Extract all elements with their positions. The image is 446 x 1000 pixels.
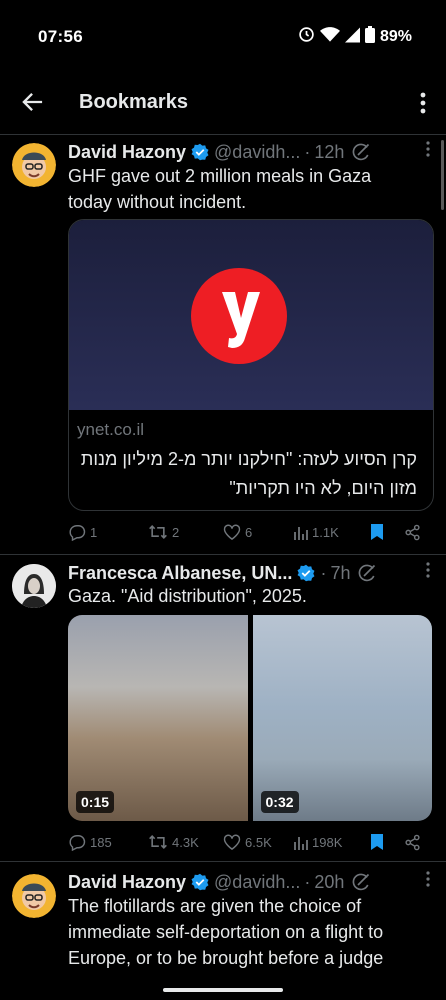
tweet-text-line: Gaza. "Aid distribution", 2025. <box>68 586 307 606</box>
status-time: 07:56 <box>38 27 83 46</box>
tweet-time[interactable]: 12h <box>314 142 344 163</box>
status-bar: 07:56 89% <box>0 0 446 72</box>
like-button[interactable]: 6.5K <box>223 834 272 850</box>
views-icon <box>294 836 308 850</box>
repost-button[interactable]: 2 <box>148 524 179 540</box>
tweet-text: Gaza. "Aid distribution", 2025. <box>68 583 432 609</box>
heart-icon <box>223 524 241 540</box>
tweet-text: The flotillards are given the choice of … <box>68 893 432 971</box>
back-arrow-icon[interactable] <box>22 92 44 117</box>
reply-icon <box>69 524 86 541</box>
tweet-text-line: Europe, or to be brought before a judge <box>68 948 384 968</box>
verified-badge-icon <box>297 564 315 582</box>
more-options-icon[interactable] <box>420 92 426 119</box>
verified-badge-icon <box>191 873 209 891</box>
grok-icon[interactable] <box>352 143 370 161</box>
like-count: 6.5K <box>245 834 272 850</box>
alarm-icon <box>298 26 315 48</box>
video-duration: 0:15 <box>76 791 115 813</box>
share-icon <box>405 834 420 850</box>
tweet-text-line: immediate self-deportation on a flight t… <box>68 922 384 942</box>
reply-count: 1 <box>90 524 98 540</box>
grok-icon[interactable] <box>358 564 376 582</box>
wifi-icon <box>319 26 340 48</box>
author-name[interactable]: Francesca Albanese, UN... <box>68 563 292 584</box>
repost-icon <box>149 835 167 849</box>
tweet-text-line: GHF gave out 2 million meals in Gaza <box>68 166 372 186</box>
bookmark-button[interactable] <box>370 833 384 851</box>
reply-button[interactable]: 1 <box>68 524 97 541</box>
reply-button[interactable]: 185 <box>68 834 112 851</box>
bookmark-filled-icon <box>371 524 383 540</box>
video-duration: 0:32 <box>260 791 299 813</box>
bookmark-button[interactable] <box>370 523 384 541</box>
media-grid[interactable]: 0:15 0:32 <box>68 615 432 821</box>
like-button[interactable]: 6 <box>223 524 252 540</box>
views-count: 1.1K <box>312 524 339 540</box>
card-headline: קרן הסיוע לעזה: "חילקנו יותר מ-2 מיליון … <box>80 449 417 498</box>
author-name[interactable]: David Hazony <box>68 142 186 163</box>
author-handle[interactable]: @davidh... <box>214 872 300 893</box>
views-icon <box>294 526 308 540</box>
share-button[interactable] <box>404 524 421 541</box>
battery-percent: 89% <box>379 28 412 45</box>
author-handle[interactable]: @davidh... <box>214 142 300 163</box>
card-domain: ynet.co.il <box>77 420 145 439</box>
avatar[interactable] <box>12 874 56 918</box>
tweet[interactable]: David Hazony @davidh... · 20h The flotil… <box>0 862 446 1000</box>
gesture-nav-bar[interactable] <box>163 988 283 992</box>
battery-icon <box>364 26 375 48</box>
reply-count: 185 <box>90 834 112 850</box>
tweet-text-line: The flotillards are given the choice of <box>68 896 362 916</box>
views-count: 198K <box>312 834 343 850</box>
card-image <box>69 220 433 410</box>
share-button[interactable] <box>404 834 421 851</box>
repost-count: 4.3K <box>172 834 199 850</box>
share-icon <box>405 524 420 540</box>
ynet-logo-icon <box>191 268 287 364</box>
tweet-menu-icon[interactable] <box>426 141 430 162</box>
grok-icon[interactable] <box>352 873 370 891</box>
tweet-actions: 1 2 6 1.1K <box>68 521 432 543</box>
views-button[interactable]: 198K <box>294 835 342 850</box>
repost-button[interactable]: 4.3K <box>148 834 199 850</box>
separator-dot: · <box>320 562 327 583</box>
tweet-menu-icon[interactable] <box>426 562 430 583</box>
tweet[interactable]: David Hazony @davidh... · 12h GHF gave o… <box>0 135 446 555</box>
separator-dot: · <box>304 141 311 162</box>
video-thumbnail[interactable]: 0:15 <box>68 615 248 821</box>
link-card[interactable]: ynet.co.il קרן הסיוע לעזה: "חילקנו יותר … <box>68 219 434 511</box>
bookmark-filled-icon <box>371 834 383 850</box>
heart-icon <box>223 834 241 850</box>
avatar[interactable] <box>12 564 56 608</box>
views-button[interactable]: 1.1K <box>294 525 339 540</box>
verified-badge-icon <box>191 143 209 161</box>
like-count: 6 <box>245 524 253 540</box>
separator-dot: · <box>304 871 311 892</box>
top-app-bar: Bookmarks <box>0 72 446 135</box>
repost-count: 2 <box>172 524 180 540</box>
repost-icon <box>149 525 167 539</box>
tweet-text-line: today without incident. <box>68 192 247 212</box>
tweet-time[interactable]: 7h <box>330 563 350 584</box>
status-icons: 89% <box>298 26 412 48</box>
reply-icon <box>69 834 86 851</box>
tweet-time[interactable]: 20h <box>314 872 344 893</box>
page-title: Bookmarks <box>79 91 188 113</box>
avatar[interactable] <box>12 143 56 187</box>
tweet-menu-icon[interactable] <box>426 871 430 892</box>
video-thumbnail[interactable]: 0:32 <box>252 615 432 821</box>
tweet[interactable]: Francesca Albanese, UN... · 7h Gaza. "Ai… <box>0 555 446 862</box>
tweet-text: GHF gave out 2 million meals in Gaza tod… <box>68 163 432 215</box>
signal-icon <box>344 27 360 48</box>
tweet-actions: 185 4.3K 6.5K 198K <box>68 831 432 853</box>
author-name[interactable]: David Hazony <box>68 872 186 893</box>
